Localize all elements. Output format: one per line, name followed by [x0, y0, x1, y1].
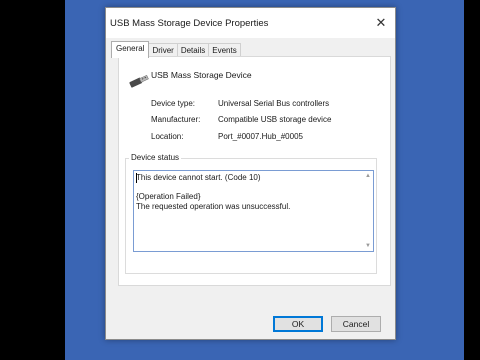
scroll-down-icon[interactable]: ▼	[364, 242, 372, 250]
device-status-group: Device status This device cannot start. …	[125, 153, 377, 274]
text-caret	[136, 173, 137, 183]
properties-dialog: USB Mass Storage Device Properties ✕ Gen…	[105, 7, 396, 340]
usb-plug-icon	[129, 74, 149, 88]
cancel-button[interactable]: Cancel	[331, 316, 381, 332]
title-bar[interactable]: USB Mass Storage Device Properties ✕	[106, 8, 395, 38]
general-tab-panel: USB Mass Storage Device Device type: Uni…	[118, 56, 391, 286]
tab-events[interactable]: Events	[208, 43, 241, 57]
device-type-value: Universal Serial Bus controllers	[218, 99, 330, 108]
manufacturer-value: Compatible USB storage device	[218, 115, 332, 124]
device-status-textbox[interactable]: This device cannot start. (Code 10) {Ope…	[133, 170, 374, 252]
window-title: USB Mass Storage Device Properties	[110, 18, 269, 29]
status-scrollbar[interactable]: ▲ ▼	[363, 171, 373, 251]
location-label: Location:	[151, 132, 184, 141]
tab-general[interactable]: General	[111, 41, 150, 58]
manufacturer-label: Manufacturer:	[151, 115, 201, 124]
device-status-label: Device status	[129, 153, 182, 162]
tab-details[interactable]: Details	[176, 43, 210, 57]
tab-strip: General Driver Details Events	[111, 41, 241, 58]
close-button[interactable]: ✕	[367, 12, 395, 34]
device-status-text: This device cannot start. (Code 10) {Ope…	[136, 173, 291, 211]
device-type-label: Device type:	[151, 99, 196, 108]
scroll-up-icon[interactable]: ▲	[364, 172, 372, 180]
tab-driver[interactable]: Driver	[148, 43, 178, 57]
device-name: USB Mass Storage Device	[151, 70, 252, 80]
location-value: Port_#0007.Hub_#0005	[218, 132, 303, 141]
ok-button[interactable]: OK	[273, 316, 323, 332]
